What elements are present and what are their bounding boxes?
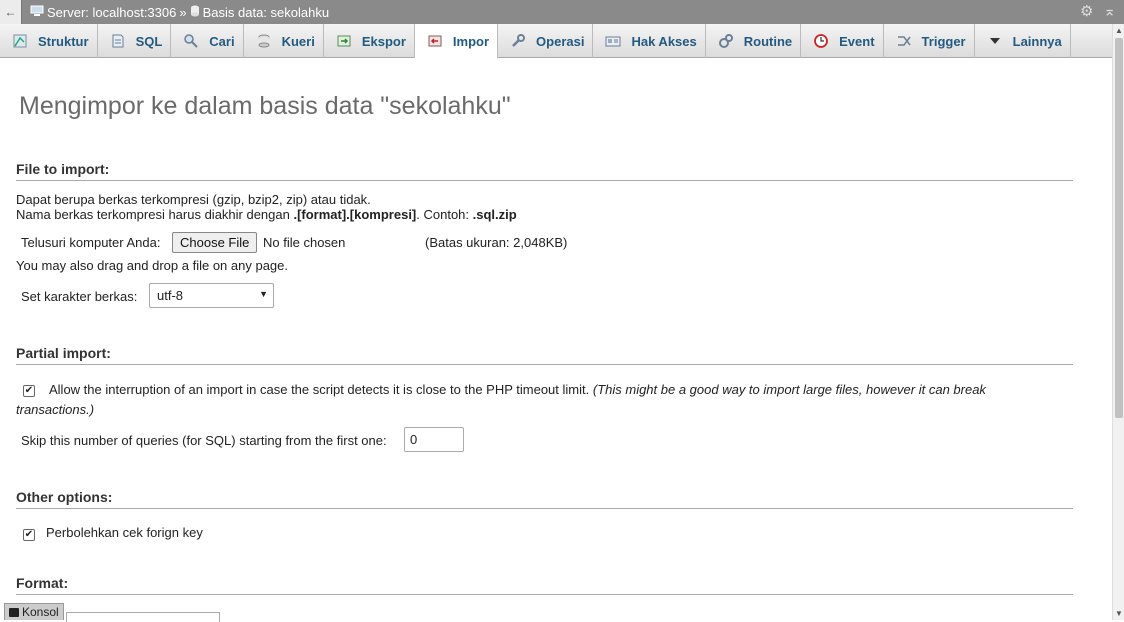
tab-operasi[interactable]: Operasi: [498, 24, 594, 58]
browse-label: Telusuri komputer Anda:: [21, 235, 161, 250]
charset-label: Set karakter berkas:: [21, 289, 138, 304]
file-to-import-section: File to import: Dapat berupa berkas terk…: [16, 161, 1073, 308]
vertical-scrollbar[interactable]: ▲ ▼: [1112, 24, 1124, 620]
tab-struktur[interactable]: Struktur: [0, 24, 98, 58]
tab-lainnya[interactable]: Lainnya: [975, 24, 1071, 58]
scroll-thumb[interactable]: [1115, 38, 1123, 418]
chevron-down-icon: [987, 33, 1003, 49]
tab-impor[interactable]: Impor: [414, 24, 499, 59]
breadcrumb: Server: localhost:3306 » Basis data: sek…: [30, 5, 329, 20]
other-options-section: Other options: ✔ Perbolehkan cek forign …: [16, 489, 1073, 541]
tab-bar: Struktur SQL Cari Kueri Ekspor Impor Ope…: [0, 24, 1112, 59]
tab-trigger[interactable]: Trigger: [884, 24, 975, 58]
compression-description: Dapat berupa berkas terkompresi (gzip, b…: [16, 192, 371, 207]
tab-hak-akses[interactable]: Hak Akses: [593, 24, 706, 58]
main-content: Mengimpor ke dalam basis data "sekolahku…: [16, 58, 1073, 595]
foreign-key-checkbox[interactable]: ✔: [23, 525, 35, 541]
format-section: Format:: [16, 575, 1073, 595]
compression-naming-note: Nama berkas terkompresi harus diakhir de…: [16, 207, 517, 222]
query-icon: [256, 33, 272, 49]
format-select[interactable]: [66, 612, 220, 622]
collapse-icon[interactable]: ⌅: [1103, 3, 1116, 21]
sql-icon: [110, 33, 126, 49]
file-picker: Choose File No file chosen: [172, 232, 345, 253]
breadcrumb-database[interactable]: Basis data: sekolahku: [203, 5, 329, 20]
charset-select[interactable]: utf-8 ▼: [149, 283, 274, 308]
allow-interrupt-checkbox[interactable]: ✔: [23, 381, 35, 397]
privileges-icon: [605, 33, 621, 49]
server-icon: [30, 5, 44, 20]
breadcrumb-separator: »: [179, 4, 187, 20]
tab-ekspor[interactable]: Ekspor: [324, 24, 415, 58]
skip-queries-input[interactable]: 0: [404, 427, 464, 452]
structure-icon: [12, 33, 28, 49]
wrench-icon: [510, 33, 526, 49]
page-title: Mengimpor ke dalam basis data "sekolahku…: [19, 92, 511, 120]
database-icon: [190, 5, 200, 20]
size-limit: (Batas ukuran: 2,048KB): [425, 235, 568, 250]
file-status: No file chosen: [263, 235, 346, 250]
console-icon: [9, 607, 19, 617]
drag-drop-note: You may also drag and drop a file on any…: [16, 258, 288, 273]
scroll-up-icon[interactable]: ▲: [1115, 26, 1123, 35]
gear-icon[interactable]: ⚙: [1080, 3, 1093, 21]
choose-file-button[interactable]: Choose File: [172, 232, 258, 253]
section-legend: File to import:: [16, 161, 1073, 181]
breadcrumb-server[interactable]: Server: localhost:3306: [47, 5, 176, 20]
routine-icon: [718, 33, 734, 49]
partial-import-section: Partial import: ✔ Allow the interruption…: [16, 345, 1073, 452]
allow-interrupt-note: transactions.): [16, 402, 95, 417]
trigger-icon: [896, 33, 912, 49]
top-bar: ← Server: localhost:3306 » Basis data: s…: [0, 0, 1124, 24]
allow-interrupt-label: Allow the interruption of an import in c…: [49, 382, 986, 397]
dropdown-arrow-icon: ▼: [259, 289, 268, 299]
skip-queries-label: Skip this number of queries (for SQL) st…: [21, 433, 387, 448]
clock-icon: [813, 33, 829, 49]
checkmark-icon: ✔: [23, 529, 35, 541]
tab-kueri[interactable]: Kueri: [244, 24, 324, 58]
section-legend: Other options:: [16, 489, 1073, 509]
checkmark-icon: ✔: [23, 385, 35, 397]
tab-routine[interactable]: Routine: [706, 24, 802, 58]
section-legend: Partial import:: [16, 345, 1073, 365]
tab-sql[interactable]: SQL: [98, 24, 172, 58]
foreign-key-label: Perbolehkan cek forign key: [46, 525, 203, 540]
scroll-down-icon[interactable]: ▼: [1115, 609, 1123, 618]
section-legend: Format:: [16, 575, 1073, 595]
import-icon: [427, 33, 443, 49]
console-tab[interactable]: Konsol: [4, 603, 64, 620]
tab-cari[interactable]: Cari: [171, 24, 244, 58]
export-icon: [336, 33, 352, 49]
tab-event[interactable]: Event: [801, 24, 884, 58]
search-icon: [183, 33, 199, 49]
back-button[interactable]: ←: [0, 0, 22, 24]
